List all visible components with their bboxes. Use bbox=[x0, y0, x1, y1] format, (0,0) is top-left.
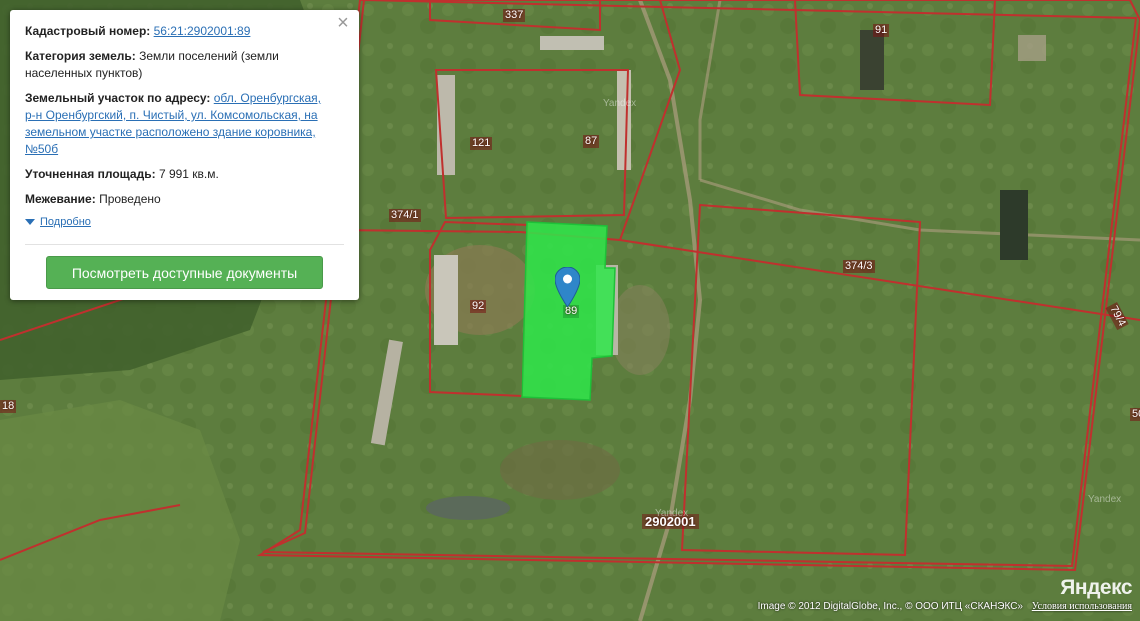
building bbox=[1000, 190, 1028, 260]
plot-label: 121 bbox=[470, 137, 493, 150]
plot-label: 87 bbox=[583, 135, 600, 148]
building bbox=[434, 255, 458, 345]
survey-label: Межевание: bbox=[25, 192, 96, 206]
plot-label: 18 bbox=[0, 400, 17, 413]
close-icon[interactable]: × bbox=[335, 13, 351, 33]
plot-label: 91 bbox=[873, 24, 890, 37]
map-watermark: Yandex bbox=[1088, 494, 1122, 505]
cadastral-number-row: Кадастровый номер: 56:21:2902001:89 bbox=[25, 23, 344, 40]
plot-label: 50 bbox=[1130, 408, 1140, 421]
land-category-label: Категория земель: bbox=[25, 49, 136, 63]
details-link[interactable]: Подробно bbox=[40, 216, 91, 228]
pond bbox=[426, 496, 510, 520]
popup-divider bbox=[25, 244, 344, 245]
address-row: Земельный участок по адресу: обл. Оренбу… bbox=[25, 90, 344, 158]
details-toggle[interactable]: Подробно bbox=[25, 216, 344, 228]
cadastral-number-link[interactable]: 56:21:2902001:89 bbox=[154, 24, 251, 38]
plot-label: 337 bbox=[503, 9, 526, 22]
parcel-info-popup: × Кадастровый номер: 56:21:2902001:89 Ка… bbox=[10, 10, 359, 300]
map-watermark: Yandex bbox=[603, 98, 637, 109]
plot-label: 374/3 bbox=[843, 260, 875, 273]
building bbox=[540, 36, 604, 50]
plot-label: 374/1 bbox=[389, 209, 421, 222]
imagery-copyright: Image © 2012 DigitalGlobe, Inc., © ООО И… bbox=[757, 601, 1023, 612]
dirt-patch bbox=[610, 285, 670, 375]
land-category-row: Категория земель: Земли поселений (земли… bbox=[25, 48, 344, 82]
cadastral-number-label: Кадастровый номер: bbox=[25, 24, 151, 38]
dirt-patch bbox=[500, 440, 620, 500]
survey-value: Проведено bbox=[99, 192, 161, 206]
plot-label: 92 bbox=[470, 300, 487, 313]
triangle-down-icon bbox=[25, 219, 35, 225]
building bbox=[860, 30, 884, 90]
area-label: Уточненная площадь: bbox=[25, 167, 156, 181]
survey-row: Межевание: Проведено bbox=[25, 191, 344, 208]
map-watermark: Yandex bbox=[655, 508, 689, 519]
view-documents-button[interactable]: Посмотреть доступные документы bbox=[46, 256, 323, 289]
area-row: Уточненная площадь: 7 991 кв.м. bbox=[25, 166, 344, 183]
area-value: 7 991 кв.м. bbox=[158, 167, 219, 181]
building bbox=[617, 70, 631, 170]
terms-of-use-link[interactable]: Условия использования bbox=[1032, 601, 1132, 612]
yandex-logo: Яндекс bbox=[1060, 576, 1132, 599]
location-marker-icon[interactable] bbox=[555, 267, 580, 307]
building bbox=[1018, 35, 1046, 61]
address-label: Земельный участок по адресу: bbox=[25, 91, 211, 105]
